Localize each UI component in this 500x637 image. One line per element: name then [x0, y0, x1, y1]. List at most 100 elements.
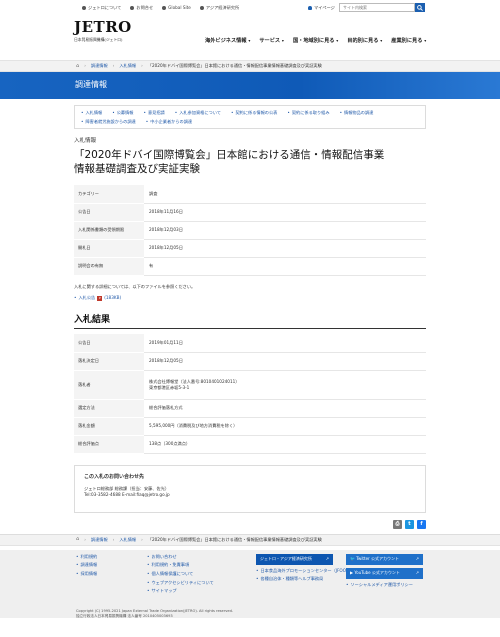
print-icon: ⎙: [395, 520, 400, 527]
footer-link[interactable]: ソーシャルメディア運用ポリシー: [346, 582, 423, 588]
footer-link[interactable]: 利用規約: [76, 554, 97, 560]
table-row: 落札金額 5,595,000円（消費税及び地方消費税を除く）: [74, 417, 426, 436]
result-table: 公告日 2019年01月11日 落札決定日 2018年12月05日 落札者 株式会社博…: [74, 334, 426, 454]
subnav-it-goods[interactable]: 情報物品の調達: [340, 110, 373, 116]
breadcrumb-separator: ›: [141, 63, 143, 69]
building-icon: [199, 5, 204, 10]
pdf-link[interactable]: • 入札公告 P (183KB): [74, 295, 426, 301]
twitter-icon: 🐦: [350, 556, 355, 562]
mail-icon: [130, 5, 135, 10]
subnav-qualification[interactable]: 入札参加資格について: [175, 110, 221, 116]
top-links: ジェトロについて お問合せ Global Site アジア経済研究所: [82, 5, 239, 11]
page-kicker: 入札情報: [74, 138, 97, 145]
nav-by-purpose[interactable]: 目的別に見る ▾: [347, 38, 382, 45]
result-heading: 入札結果: [74, 314, 426, 330]
footer-link[interactable]: サイトマップ: [147, 588, 214, 594]
pdf-icon: P: [97, 295, 103, 301]
breadcrumb-separator: ›: [84, 536, 86, 542]
footer-link[interactable]: 利用規約・免責事項: [147, 562, 214, 568]
person-icon: [308, 5, 312, 10]
top-link-contact[interactable]: お問合せ: [130, 5, 153, 11]
breadcrumb-procurement[interactable]: 調達情報: [91, 63, 108, 69]
twitter-share-button[interactable]: t: [405, 519, 414, 529]
main-content: 入札情報 「2020年ドバイ国際博覧会」日本館における通信・情報配信事業 情報基…: [0, 138, 500, 529]
footer-link[interactable]: ウェブアクセシビリティについて: [147, 580, 213, 586]
breadcrumb-separator: ›: [112, 536, 115, 542]
subnav-bids[interactable]: 入札情報: [81, 110, 102, 116]
section-band: 調達情報: [0, 72, 500, 99]
bid-info-table: カテゴリー 調査 公告日 2018年11月16日 入札関係書類の受領期限 2018年1…: [74, 185, 426, 276]
breadcrumb-current: 「2020年ドバイ国際博覧会」日本館における通信・情報配信事業情報基礎調査及び実…: [147, 63, 322, 69]
table-row: カテゴリー 調査: [74, 185, 426, 204]
footer-link[interactable]: お問い合わせ: [147, 554, 214, 560]
search-button[interactable]: [415, 3, 425, 12]
table-row: 説明会の有無有: [74, 257, 426, 276]
section-title: 調達情報: [75, 80, 107, 90]
footer-col-3: ジェトロ・アジア経済研究所↗ 日本食品海外プロモーションセンター（JFOODO）…: [256, 553, 357, 582]
pdf-size: (183KB): [104, 295, 122, 301]
external-link-icon: ↗: [325, 556, 329, 562]
site-header: ジェトロについて お問合せ Global Site アジア経済研究所 マイページ…: [0, 0, 500, 60]
subnav-opinion[interactable]: 意見招請: [144, 110, 165, 116]
table-row: 公告日 2019年01月11日: [74, 334, 426, 353]
external-link-icon: ↗: [415, 556, 419, 562]
subnav-public-offer[interactable]: 公募情報: [112, 110, 134, 116]
jetro-logo[interactable]: JETRO 日本貿易振興機構(ジェトロ): [74, 20, 132, 43]
breadcrumb-bottom: ⌂ › 調達情報 › 入札情報 › 「2020年ドバイ国際博覧会」日本館における…: [0, 533, 500, 546]
pdf-link-label[interactable]: 入札公告: [78, 295, 95, 301]
mypage-link[interactable]: マイページ: [308, 5, 335, 11]
breadcrumb-bids[interactable]: 入札情報: [119, 537, 136, 543]
subnav-disability-facilities[interactable]: 障害者就労施設からの調達: [81, 119, 135, 125]
site-search: [339, 3, 425, 12]
footer-link[interactable]: 調達情報: [76, 562, 97, 568]
top-link-about[interactable]: ジェトロについて: [82, 5, 121, 11]
nav-by-industry[interactable]: 産業別に見る ▾: [391, 38, 426, 45]
share-buttons: ⎙ t f: [74, 519, 426, 529]
table-row: 落札決定日 2018年12月05日: [74, 352, 426, 371]
global-nav: 海外ビジネス情報 ▾ サービス ▾ 国・地域別に見る ▾ 目的別に見る ▾ 産業…: [205, 38, 426, 45]
chevron-down-icon: ▾: [380, 38, 383, 43]
table-row: 公告日 2018年11月16日: [74, 203, 426, 222]
table-row: 総合評価点 138点（300点満点）: [74, 435, 426, 454]
footer-link[interactable]: 個人情報保護について: [147, 571, 214, 577]
home-icon[interactable]: ⌂: [76, 536, 79, 543]
breadcrumb-bids[interactable]: 入札情報: [119, 63, 136, 69]
globe-icon: [162, 5, 167, 10]
site-footer: 利用規約 調達情報 採用情報 お問い合わせ 利用規約・免責事項 個人情報保護につ…: [0, 549, 500, 618]
nav-by-country[interactable]: 国・地域別に見る ▾: [293, 38, 338, 45]
table-row: 落札者 株式会社博報堂（法人番号:8010401024011） 東京都港区赤坂5-3…: [74, 370, 426, 400]
nav-overseas-info[interactable]: 海外ビジネス情報 ▾: [205, 38, 250, 45]
contact-tel-email: Tel:03-3582-4688 E-mail:fiaq@jetro.go.jp: [84, 492, 170, 498]
footer-col-2: お問い合わせ 利用規約・免責事項 個人情報保護について ウェブアクセシビリティに…: [147, 554, 214, 594]
footer-link[interactable]: 採用情報: [76, 571, 97, 577]
contact-box: この入札のお問い合わせ先 ジェトロ総務部 総務課（担当：安藤、佐光） Tel:0…: [74, 464, 426, 513]
breadcrumb-separator: ›: [84, 63, 86, 69]
footer-link[interactable]: 日本食品海外プロモーションセンター（JFOODO）: [256, 568, 356, 574]
subnav-sme[interactable]: 中小企業者からの調達: [146, 119, 192, 125]
page-title: 「2020年ドバイ国際博覧会」日本館における通信・情報配信事業 情報基礎調査及び…: [74, 148, 385, 175]
breadcrumb-procurement[interactable]: 調達情報: [91, 537, 108, 543]
chevron-down-icon: ▾: [336, 38, 339, 43]
nav-services[interactable]: サービス ▾: [259, 38, 284, 45]
breadcrumb-current: 「2020年ドバイ国際博覧会」日本館における通信・情報配信事業情報基礎調査及び実…: [147, 536, 322, 542]
twitter-account-button[interactable]: 🐦 Twitter 公式アカウント ↗: [346, 553, 423, 565]
footer-link[interactable]: 各種自治体・種類等ヘルプ事務局: [256, 576, 357, 582]
chevron-down-icon: ▾: [424, 38, 427, 43]
sub-navigation: 入札情報 公募情報 意見招請 入札参加資格について 契約に係る情報の公表 契約に…: [74, 105, 426, 130]
facebook-icon: f: [420, 520, 423, 527]
youtube-account-button[interactable]: ▶ YouTube 公式アカウント ↗: [346, 567, 423, 579]
print-button[interactable]: ⎙: [393, 519, 402, 529]
top-link-global[interactable]: Global Site: [162, 5, 191, 11]
table-row: 開札日 2018年12月05日: [74, 239, 426, 258]
chevron-down-icon: ▾: [281, 38, 284, 43]
chevron-down-icon: ▾: [248, 38, 251, 43]
facebook-share-button[interactable]: f: [417, 519, 426, 529]
youtube-icon: ▶: [350, 570, 354, 576]
home-icon[interactable]: ⌂: [76, 63, 79, 70]
ide-jetro-button[interactable]: ジェトロ・アジア経済研究所 ↗: [256, 553, 333, 565]
breadcrumb-separator: ›: [141, 536, 143, 542]
subnav-contract-efforts[interactable]: 契約に係る取り組み: [287, 110, 330, 116]
search-input[interactable]: [339, 3, 415, 12]
subnav-contract-disclosure[interactable]: 契約に係る情報の公表: [231, 110, 277, 116]
top-link-ide[interactable]: アジア経済研究所: [199, 5, 239, 11]
